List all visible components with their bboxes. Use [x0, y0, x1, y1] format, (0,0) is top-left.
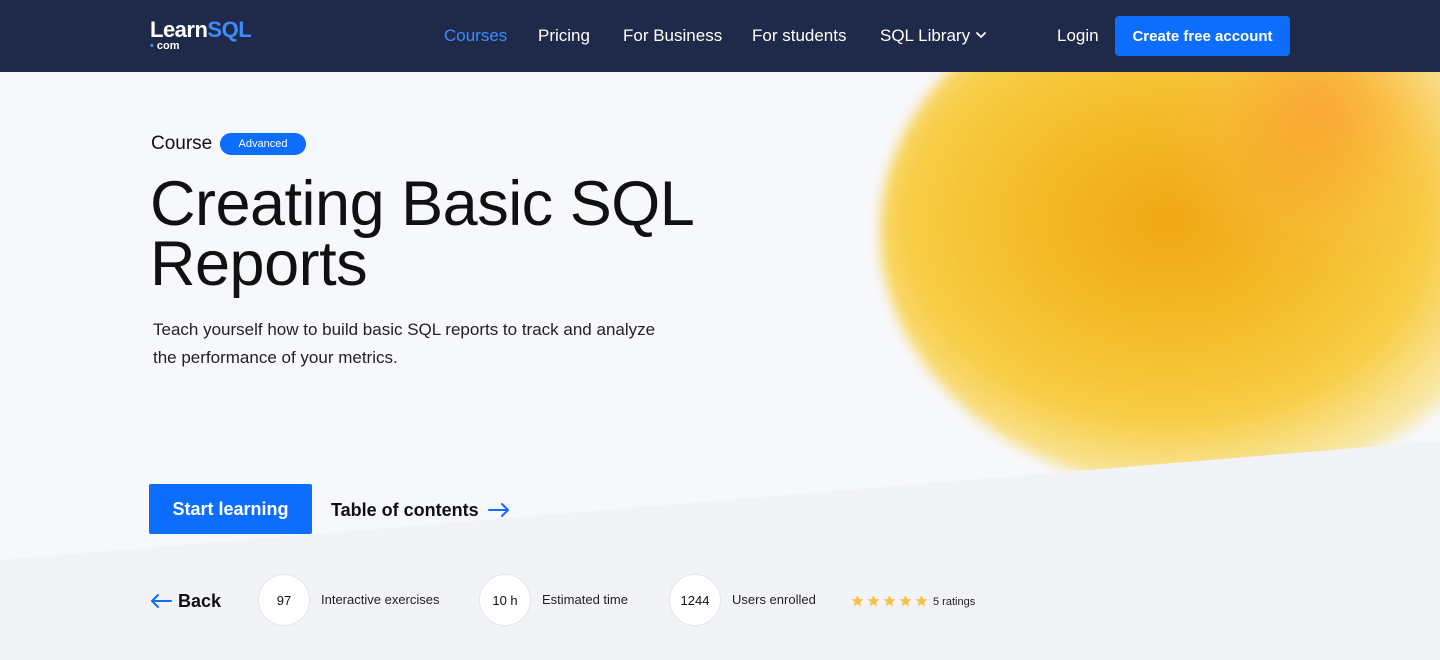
nav-pricing[interactable]: Pricing [538, 24, 590, 48]
login-link[interactable]: Login [1057, 24, 1099, 48]
logo-sql: SQL [207, 17, 252, 42]
star-icon [851, 595, 864, 607]
arrow-right-icon[interactable] [488, 503, 510, 517]
course-title: Creating Basic SQL Reports [150, 169, 692, 299]
logo-learn: Learn [150, 17, 208, 42]
rating-stars [850, 594, 929, 608]
logo-com: com [156, 40, 180, 52]
back-label: Back [178, 590, 222, 611]
nav-sql-library[interactable]: SQL Library [880, 24, 970, 48]
nav-for-students[interactable]: For students [752, 24, 847, 48]
arrow-left-icon [151, 594, 172, 608]
users-enrolled-label: Users enrolled [732, 592, 816, 607]
exercises-count: 97 [258, 574, 310, 626]
create-account-button[interactable]: Create free account [1115, 16, 1290, 56]
logo-wordmark: LearnSQL [150, 17, 252, 42]
logo-dot-icon: • [150, 40, 154, 52]
estimated-time-label: Estimated time [542, 592, 628, 607]
exercises-label: Interactive exercises [321, 592, 440, 607]
table-of-contents-link[interactable]: Table of contents [331, 498, 479, 522]
learnsql-logo[interactable]: LearnSQL • com [150, 18, 252, 54]
course-description: Teach yourself how to build basic SQL re… [153, 320, 656, 367]
top-navbar: LearnSQL • com Courses Pricing For Busin… [0, 0, 1440, 72]
chevron-down-icon[interactable] [975, 29, 987, 41]
users-enrolled-count: 1244 [669, 574, 721, 626]
estimated-time-value: 10 h [479, 574, 531, 626]
nav-for-business[interactable]: For Business [623, 24, 722, 48]
ratings-count: 5 ratings [933, 596, 976, 608]
level-badge: Advanced [220, 133, 306, 155]
nav-courses[interactable]: Courses [444, 24, 507, 48]
course-eyebrow: Course [151, 133, 213, 154]
star-icon [883, 595, 896, 607]
back-link[interactable]: Back [150, 589, 221, 613]
start-learning-button[interactable]: Start learning [149, 484, 312, 534]
star-icon [899, 595, 912, 607]
star-icon [867, 595, 880, 607]
logo-domain: • com [150, 40, 180, 52]
star-icon [915, 595, 928, 607]
